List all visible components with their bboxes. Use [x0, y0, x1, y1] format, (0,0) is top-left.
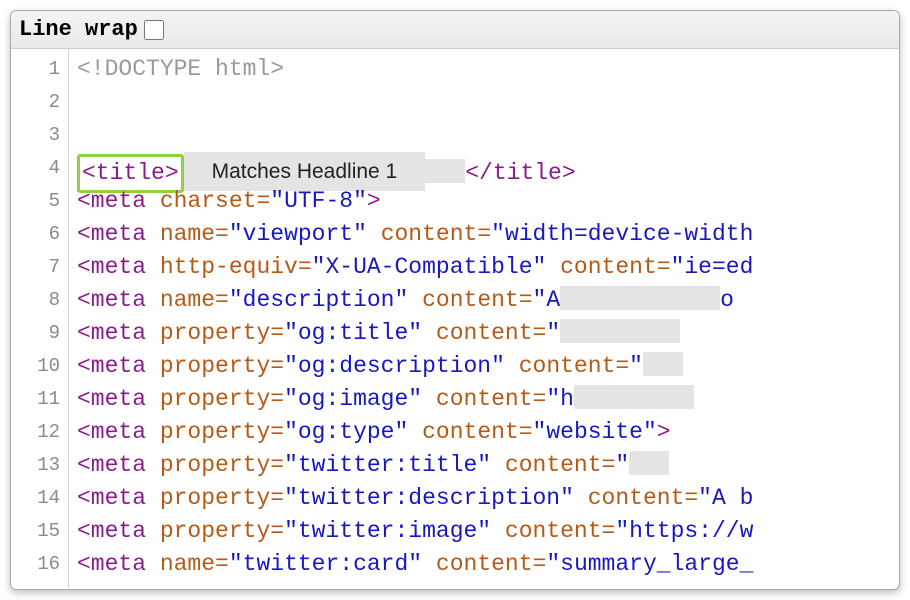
code-line[interactable]: <!DOCTYPE html>: [77, 53, 899, 86]
line-number: 10: [11, 350, 60, 383]
code-line[interactable]: <meta property="og:type" content="websit…: [77, 416, 899, 449]
redacted-text: [425, 159, 465, 183]
line-number: 16: [11, 548, 60, 581]
code-line[interactable]: <meta property="og:description" content=…: [77, 350, 899, 383]
line-number: 12: [11, 416, 60, 449]
code-line[interactable]: <meta charset="UTF-8">: [77, 185, 899, 218]
line-number: 15: [11, 515, 60, 548]
code-editor: Line wrap 12345678910111213141516 <!DOCT…: [10, 10, 900, 590]
redacted-text: [560, 286, 720, 310]
code-line[interactable]: [77, 119, 899, 152]
code-line[interactable]: <meta name="description" content="Ao: [77, 284, 899, 317]
line-number-gutter: 12345678910111213141516: [11, 49, 69, 589]
line-number: 11: [11, 383, 60, 416]
code-line[interactable]: [77, 86, 899, 119]
redacted-text: [560, 319, 680, 343]
code-line[interactable]: <meta property="twitter:description" con…: [77, 482, 899, 515]
code-line[interactable]: <meta name="viewport" content="width=dev…: [77, 218, 899, 251]
line-number: 1: [11, 53, 60, 86]
redacted-text: [629, 451, 669, 475]
code-line[interactable]: <title>Matches Headline 1</title>: [77, 152, 899, 185]
redacted-text: [643, 352, 683, 376]
line-number: 4: [11, 152, 60, 185]
line-number: 8: [11, 284, 60, 317]
linewrap-checkbox[interactable]: [144, 20, 164, 40]
toolbar: Line wrap: [11, 11, 899, 49]
linewrap-label: Line wrap: [19, 17, 138, 42]
line-number: 2: [11, 86, 60, 119]
code-content[interactable]: <!DOCTYPE html> <title>Matches Headline 1…: [69, 49, 899, 589]
line-number: 3: [11, 119, 60, 152]
code-line[interactable]: <meta property="og:title" content=": [77, 317, 899, 350]
code-line[interactable]: <meta http-equiv="X-UA-Compatible" conte…: [77, 251, 899, 284]
code-line[interactable]: <meta property="twitter:image" content="…: [77, 515, 899, 548]
redacted-text: [574, 385, 694, 409]
code-area[interactable]: 12345678910111213141516 <!DOCTYPE html><…: [11, 49, 899, 589]
line-number: 9: [11, 317, 60, 350]
line-number: 7: [11, 251, 60, 284]
code-line[interactable]: <meta name="twitter:card" content="summa…: [77, 548, 899, 581]
line-number: 5: [11, 185, 60, 218]
line-number: 6: [11, 218, 60, 251]
code-line[interactable]: <meta property="og:image" content="h: [77, 383, 899, 416]
line-number: 13: [11, 449, 60, 482]
code-line[interactable]: <meta property="twitter:title" content=": [77, 449, 899, 482]
line-number: 14: [11, 482, 60, 515]
